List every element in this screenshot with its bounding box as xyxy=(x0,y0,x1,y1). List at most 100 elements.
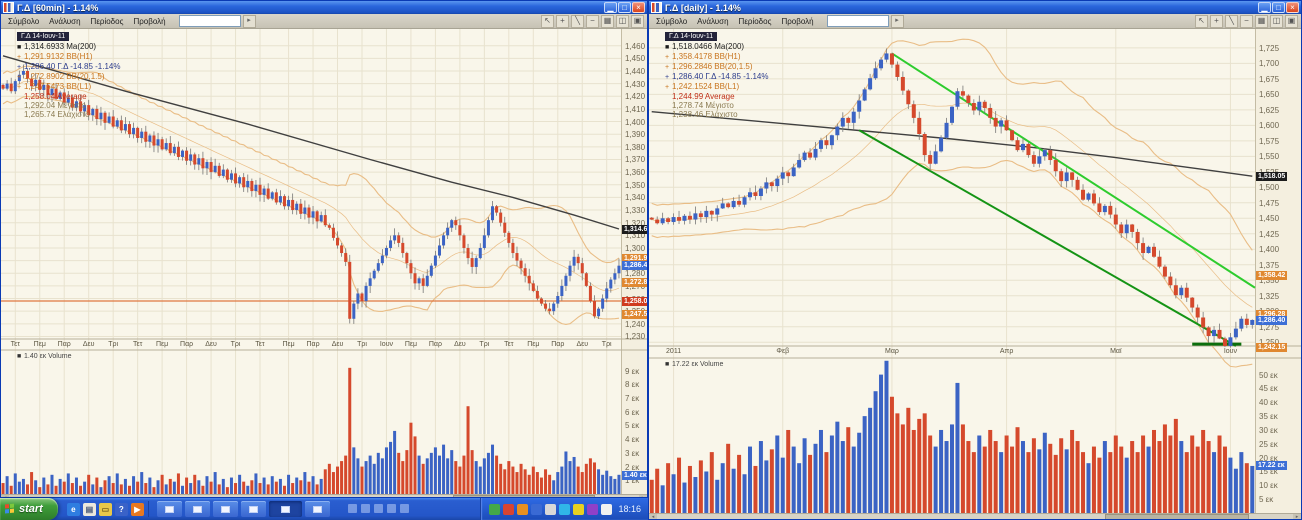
menu-item-Ανάλυση[interactable]: Ανάλυση xyxy=(692,16,733,27)
legend-toggle-icon[interactable]: + xyxy=(665,53,672,62)
legend-toggle-icon[interactable]: + xyxy=(665,73,672,82)
go-icon[interactable]: ▸ xyxy=(243,15,256,28)
menu-item-Προβολή[interactable]: Προβολή xyxy=(776,16,818,27)
price-tag: 1,272.89 xyxy=(622,278,648,287)
scroll-left-icon[interactable]: ◂ xyxy=(649,514,657,520)
save-icon[interactable]: ▣ xyxy=(631,15,644,28)
scrollbar-thumb[interactable] xyxy=(1105,514,1248,520)
legend-row[interactable]: 1,258.04 Average xyxy=(17,92,121,101)
price-tag: 1,286.40 xyxy=(622,261,648,270)
titlebar[interactable]: Γ.Δ [daily] - 1.14% ▁ □ × xyxy=(649,1,1301,14)
grid-icon[interactable]: ▦ xyxy=(1255,15,1268,28)
legend-row[interactable]: +1,296.2846 BB(20,1.5) xyxy=(665,62,769,72)
taskbar-overflow-icon[interactable] xyxy=(374,504,383,513)
tray-icon[interactable] xyxy=(559,504,570,515)
titlebar[interactable]: Γ.Δ [60min] - 1.14% ▁ □ × xyxy=(1,1,647,14)
save-icon[interactable]: ▣ xyxy=(1285,15,1298,28)
menu-item-Προβολή[interactable]: Προβολή xyxy=(128,16,170,27)
legend-toggle-icon[interactable]: ■ xyxy=(665,43,672,52)
legend-row[interactable]: +1,247.5473 BB(L1) xyxy=(17,82,121,92)
minimize-button[interactable]: ▁ xyxy=(1258,2,1271,13)
tray-icon[interactable] xyxy=(531,504,542,515)
tray-icon[interactable] xyxy=(489,504,500,515)
help-icon[interactable]: ? xyxy=(115,503,128,516)
legend-toggle-icon[interactable]: + xyxy=(17,83,24,92)
restore-button[interactable]: □ xyxy=(1272,2,1285,13)
close-button[interactable]: × xyxy=(632,2,645,13)
minimize-button[interactable]: ▁ xyxy=(604,2,617,13)
new-window-icon[interactable]: ◫ xyxy=(1270,15,1283,28)
taskbar-window-button-5[interactable] xyxy=(269,501,302,517)
horizontal-line-icon[interactable]: − xyxy=(586,15,599,28)
tray-icon[interactable] xyxy=(517,504,528,515)
horizontal-scrollbar[interactable]: ◂ ▸ xyxy=(649,513,1301,520)
menu-item-Περίοδος[interactable]: Περίοδος xyxy=(734,16,777,27)
cursor-icon[interactable]: ↖ xyxy=(541,15,554,28)
crosshair-icon[interactable]: + xyxy=(556,15,569,28)
internet-explorer-icon[interactable]: e xyxy=(67,503,80,516)
legend-row[interactable]: +1,242.1524 BB(L1) xyxy=(665,82,769,92)
scroll-right-icon[interactable]: ▸ xyxy=(1293,514,1301,520)
grid-icon[interactable]: ▦ xyxy=(601,15,614,28)
symbol-input[interactable] xyxy=(179,15,241,27)
legend-toggle-icon[interactable]: + xyxy=(17,73,24,82)
taskbar-overflow-icon[interactable] xyxy=(361,504,370,513)
taskbar-overflow-icon[interactable] xyxy=(400,504,409,513)
menu-item-Σύμβολο[interactable]: Σύμβολο xyxy=(3,16,44,27)
taskbar-window-button-4[interactable] xyxy=(241,501,266,517)
price-tag: 1,258.04 xyxy=(622,297,648,306)
legend-toggle-icon[interactable]: ■ xyxy=(17,43,24,52)
menu-item-Ανάλυση[interactable]: Ανάλυση xyxy=(44,16,85,27)
legend-row[interactable]: ■1,314.6933 Ma(200) xyxy=(17,42,121,52)
volume-legend[interactable]: ■1.40 εκ Volume xyxy=(17,353,71,360)
show-desktop-icon[interactable]: ▤ xyxy=(83,503,96,516)
taskbar-overflow-icons xyxy=(348,504,409,513)
legend-row[interactable]: 1,292.04 Μέγιστο xyxy=(17,101,121,110)
folder-icon[interactable]: ▭ xyxy=(99,503,112,516)
taskbar-window-button-2[interactable] xyxy=(185,501,210,517)
legend-row[interactable]: +1,286.40 Γ.Δ -14.85 -1.14% xyxy=(665,72,769,82)
y-axis-label: 1,380 xyxy=(625,143,645,152)
legend-row[interactable]: ■1,518.0466 Ma(200) xyxy=(665,42,769,52)
legend-text: 1,314.6933 Ma(200) xyxy=(24,42,96,51)
symbol-input[interactable] xyxy=(827,15,889,27)
menu-item-Σύμβολο[interactable]: Σύμβολο xyxy=(651,16,692,27)
legend-row[interactable]: 1,244.99 Average xyxy=(665,92,769,101)
cursor-icon[interactable]: ↖ xyxy=(1195,15,1208,28)
tray-icon[interactable] xyxy=(601,504,612,515)
start-button[interactable]: start xyxy=(0,498,58,520)
trendline-icon[interactable]: ╲ xyxy=(1225,15,1238,28)
tray-icon[interactable] xyxy=(573,504,584,515)
new-window-icon[interactable]: ◫ xyxy=(616,15,629,28)
legend-toggle-icon[interactable]: + xyxy=(17,63,24,72)
legend-toggle-icon[interactable]: + xyxy=(665,63,672,72)
tray-icon[interactable] xyxy=(545,504,556,515)
close-button[interactable]: × xyxy=(1286,2,1299,13)
taskbar-overflow-icon[interactable] xyxy=(387,504,396,513)
volume-legend[interactable]: ■17.22 εκ Volume xyxy=(665,361,723,368)
media-player-icon[interactable]: ▶ xyxy=(131,503,144,516)
taskbar-window-button-3[interactable] xyxy=(213,501,238,517)
crosshair-icon[interactable]: + xyxy=(1210,15,1223,28)
legend-toggle-icon[interactable]: ■ xyxy=(665,361,672,368)
taskbar-window-button-6[interactable] xyxy=(305,501,330,517)
legend-toggle-icon[interactable]: + xyxy=(17,53,24,62)
legend-row[interactable]: +1,286.40 Γ.Δ -14.85 -1.14% xyxy=(17,62,121,72)
legend-row[interactable]: 1,265.74 Ελάχιστο xyxy=(17,110,121,119)
legend-row[interactable]: +1,272.8902 BB(20,1.5) xyxy=(17,72,121,82)
tray-icon[interactable] xyxy=(503,504,514,515)
legend-toggle-icon[interactable]: ■ xyxy=(17,353,24,360)
tray-icon[interactable] xyxy=(587,504,598,515)
menu-item-Περίοδος[interactable]: Περίοδος xyxy=(86,16,129,27)
restore-button[interactable]: □ xyxy=(618,2,631,13)
taskbar-window-button-1[interactable] xyxy=(157,501,182,517)
legend-toggle-icon[interactable]: + xyxy=(665,83,672,92)
legend-row[interactable]: +1,291.9132 BB(H1) xyxy=(17,52,121,62)
legend-row[interactable]: 1,278.74 Μέγιστο xyxy=(665,101,769,110)
horizontal-line-icon[interactable]: − xyxy=(1240,15,1253,28)
go-icon[interactable]: ▸ xyxy=(891,15,904,28)
legend-row[interactable]: +1,358.4178 BB(H1) xyxy=(665,52,769,62)
legend-row[interactable]: 1,238.46 Ελάχιστο xyxy=(665,110,769,119)
taskbar-overflow-icon[interactable] xyxy=(348,504,357,513)
trendline-icon[interactable]: ╲ xyxy=(571,15,584,28)
